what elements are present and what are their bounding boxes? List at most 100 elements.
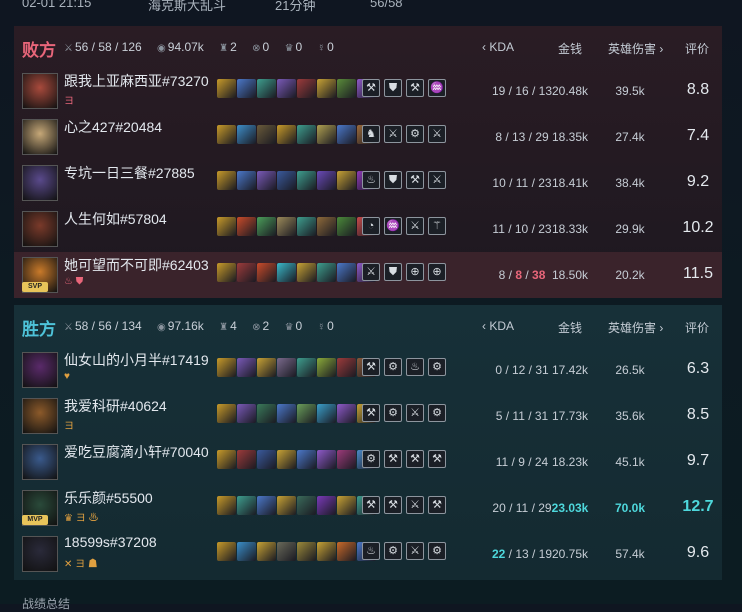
- augment-icon[interactable]: ⚒: [406, 450, 424, 468]
- champion-avatar[interactable]: [22, 211, 58, 247]
- player-name[interactable]: 专坑一日三餐#27885: [64, 163, 195, 183]
- augment-icon[interactable]: ⊕: [406, 263, 424, 281]
- augment-icon[interactable]: ⚔: [406, 496, 424, 514]
- augment-icon[interactable]: ⚔: [428, 125, 446, 143]
- item-icon[interactable]: [337, 358, 356, 377]
- item-icon[interactable]: [217, 496, 236, 515]
- augment-icon[interactable]: ⚒: [362, 496, 380, 514]
- augment-icon[interactable]: ♒: [384, 217, 402, 235]
- item-icon[interactable]: [217, 450, 236, 469]
- item-icon[interactable]: [217, 542, 236, 561]
- item-icon[interactable]: [237, 125, 256, 144]
- augment-icon[interactable]: ⚙: [384, 542, 402, 560]
- player-row[interactable]: 我爱科研#40624 ヨ ⚒ ⚙ ⚔ ⚙ 5 / 11 / 31 17.73k 35.6k 8.5: [14, 393, 722, 439]
- item-icon[interactable]: [317, 496, 336, 515]
- item-icon[interactable]: [257, 542, 276, 561]
- augment-icon[interactable]: ♨: [406, 358, 424, 376]
- item-icon[interactable]: [297, 125, 316, 144]
- player-row[interactable]: 心之427#20484 ♞ ⚔ ⚙ ⚔ 8 / 13 / 29 18.35k 27.4k 7.4: [14, 114, 722, 160]
- item-icon[interactable]: [277, 450, 296, 469]
- item-icon[interactable]: [277, 125, 296, 144]
- gold-header[interactable]: 金钱: [558, 319, 582, 336]
- item-icon[interactable]: [217, 217, 236, 236]
- kda-header[interactable]: ‹ KDA: [482, 40, 514, 54]
- item-icon[interactable]: [277, 263, 296, 282]
- item-icon[interactable]: [237, 358, 256, 377]
- augment-icon[interactable]: ⚒: [362, 404, 380, 422]
- augment-icon[interactable]: ⚙: [428, 358, 446, 376]
- item-icon[interactable]: [257, 496, 276, 515]
- champion-avatar[interactable]: [22, 536, 58, 572]
- player-name[interactable]: 爱吃豆腐滴小轩#70040: [64, 442, 209, 462]
- item-icon[interactable]: [297, 542, 316, 561]
- item-icon[interactable]: [257, 125, 276, 144]
- champion-avatar[interactable]: [22, 165, 58, 201]
- augment-icon[interactable]: ⚙: [428, 542, 446, 560]
- augment-icon[interactable]: ⚔: [384, 125, 402, 143]
- item-icon[interactable]: [297, 79, 316, 98]
- item-icon[interactable]: [217, 404, 236, 423]
- item-icon[interactable]: [257, 358, 276, 377]
- item-icon[interactable]: [217, 171, 236, 190]
- player-name[interactable]: 18599s#37208: [64, 534, 157, 550]
- augment-icon[interactable]: ♞: [362, 125, 380, 143]
- player-name[interactable]: 她可望而不可即#62403: [64, 255, 209, 275]
- augment-icon[interactable]: ⚚: [428, 217, 446, 235]
- augment-icon[interactable]: ⚙: [384, 358, 402, 376]
- item-icon[interactable]: [297, 171, 316, 190]
- item-icon[interactable]: [277, 79, 296, 98]
- item-icon[interactable]: [317, 404, 336, 423]
- augment-icon[interactable]: ⚒: [406, 171, 424, 189]
- augment-icon[interactable]: ♒: [428, 79, 446, 97]
- item-icon[interactable]: [257, 171, 276, 190]
- player-name[interactable]: 心之427#20484: [64, 117, 162, 137]
- item-icon[interactable]: [317, 171, 336, 190]
- item-icon[interactable]: [317, 125, 336, 144]
- item-icon[interactable]: [337, 79, 356, 98]
- item-icon[interactable]: [337, 171, 356, 190]
- item-icon[interactable]: [337, 542, 356, 561]
- item-icon[interactable]: [257, 217, 276, 236]
- item-icon[interactable]: [337, 496, 356, 515]
- item-icon[interactable]: [297, 358, 316, 377]
- player-row[interactable]: 18599s#37208 ✕ ヨ ☗ ♨ ⚙ ⚔ ⚙ 22 / 13 / 19 20.75k 5…: [14, 531, 722, 577]
- item-icon[interactable]: [337, 125, 356, 144]
- champion-avatar[interactable]: [22, 73, 58, 109]
- item-icon[interactable]: [317, 79, 336, 98]
- item-icon[interactable]: [217, 125, 236, 144]
- damage-header[interactable]: 英雄伤害 ›: [608, 319, 663, 336]
- champion-avatar[interactable]: [22, 119, 58, 155]
- item-icon[interactable]: [297, 404, 316, 423]
- item-icon[interactable]: [237, 171, 256, 190]
- augment-icon[interactable]: ⚒: [384, 496, 402, 514]
- item-icon[interactable]: [317, 358, 336, 377]
- player-name[interactable]: 跟我上亚麻西亚#73270: [64, 71, 209, 91]
- player-row[interactable]: 跟我上亚麻西亚#73270 ヨ ⚒ ⛊ ⚒ ♒ 19 / 16 / 13 20.48k 39.5…: [14, 68, 722, 114]
- augment-icon[interactable]: ⛊: [384, 263, 402, 281]
- item-icon[interactable]: [237, 263, 256, 282]
- augment-icon[interactable]: ⚒: [428, 450, 446, 468]
- augment-icon[interactable]: ◔: [362, 217, 380, 235]
- item-icon[interactable]: [277, 217, 296, 236]
- augment-icon[interactable]: ⚙: [406, 125, 424, 143]
- augment-icon[interactable]: ⚙: [362, 450, 380, 468]
- item-icon[interactable]: [217, 263, 236, 282]
- kda-header[interactable]: ‹ KDA: [482, 319, 514, 333]
- augment-icon[interactable]: ⚔: [406, 217, 424, 235]
- item-icon[interactable]: [297, 450, 316, 469]
- player-name[interactable]: 乐乐颜#55500: [64, 488, 153, 508]
- item-icon[interactable]: [217, 358, 236, 377]
- item-icon[interactable]: [237, 542, 256, 561]
- item-icon[interactable]: [277, 496, 296, 515]
- augment-icon[interactable]: ⚒: [428, 496, 446, 514]
- item-icon[interactable]: [317, 450, 336, 469]
- item-icon[interactable]: [257, 263, 276, 282]
- player-row[interactable]: SVP 她可望而不可即#62403 ♨ ⛊ ⚔ ⛊ ⊕ ⊕ 8 / 8 / 38 18.50k 2…: [14, 252, 722, 298]
- item-icon[interactable]: [237, 450, 256, 469]
- player-row[interactable]: MVP 乐乐颜#55500 ♛ ヨ ♨ ⚒ ⚒ ⚔ ⚒ 20 / 11 / 29 23.03k 7…: [14, 485, 722, 531]
- augment-icon[interactable]: ⚙: [428, 404, 446, 422]
- player-row[interactable]: 专坑一日三餐#27885 ♨ ⛊ ⚒ ⚔ 10 / 11 / 23 18.41k 38.4k 9…: [14, 160, 722, 206]
- player-row[interactable]: 人生何如#57804 ◔ ♒ ⚔ ⚚ 11 / 10 / 23 18.33k 29.9k 10.…: [14, 206, 722, 252]
- item-icon[interactable]: [317, 217, 336, 236]
- augment-icon[interactable]: ⚒: [362, 358, 380, 376]
